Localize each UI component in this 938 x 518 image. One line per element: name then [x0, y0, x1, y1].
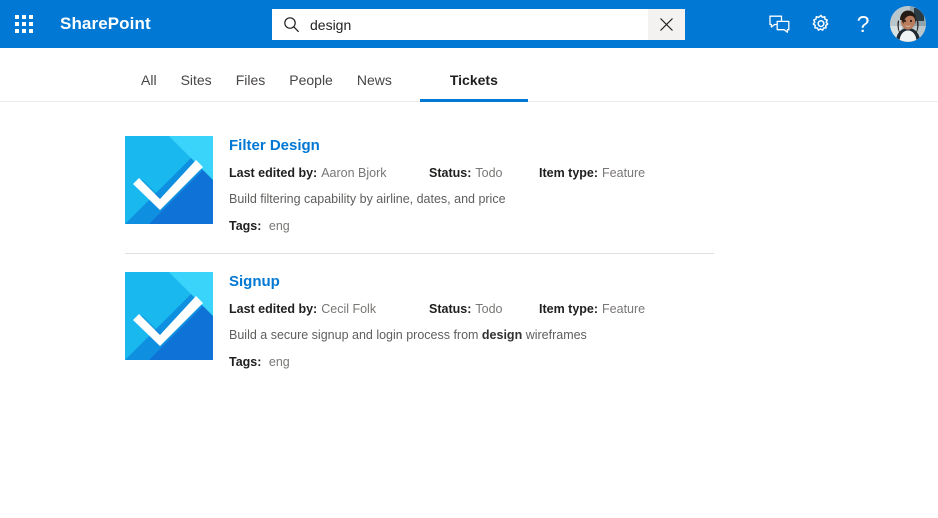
tab-all[interactable]: All	[129, 73, 169, 101]
help-icon: ?	[857, 13, 870, 36]
brand-sharepoint[interactable]: SharePoint	[60, 14, 151, 34]
meta-status: Status: Todo	[429, 301, 539, 317]
meta-value: Aaron Bjork	[321, 165, 386, 181]
result-item[interactable]: Signup Last edited by: Cecil Folk Status…	[125, 254, 714, 389]
meta-label: Status:	[429, 165, 471, 181]
chat-button[interactable]	[758, 0, 800, 48]
result-item[interactable]: Filter Design Last edited by: Aaron Bjor…	[125, 136, 714, 254]
meta-value: Todo	[475, 301, 502, 317]
result-tags: Tags: eng	[229, 355, 714, 369]
search-icon	[272, 9, 310, 40]
avatar-button[interactable]	[884, 0, 932, 48]
meta-value: Cecil Folk	[321, 301, 376, 317]
meta-value: Todo	[475, 165, 502, 181]
meta-value: Feature	[602, 301, 645, 317]
task-check-icon	[125, 136, 213, 224]
waffle-icon	[15, 15, 33, 33]
help-button[interactable]: ?	[842, 0, 884, 48]
gear-icon	[810, 13, 832, 35]
app-launcher-button[interactable]	[0, 0, 48, 48]
meta-item-type: Item type: Feature	[539, 301, 645, 317]
search-vertical-tabs: All Sites Files People News Tickets	[0, 48, 938, 102]
meta-status: Status: Todo	[429, 165, 539, 181]
tab-files[interactable]: Files	[224, 73, 278, 101]
search-box[interactable]	[272, 9, 685, 40]
tab-news[interactable]: News	[345, 73, 404, 101]
result-description: Build filtering capability by airline, d…	[229, 191, 714, 208]
task-check-icon	[125, 272, 213, 360]
tags-value: eng	[269, 355, 290, 369]
meta-value: Feature	[602, 165, 645, 181]
avatar	[890, 6, 926, 42]
desc-text: Build filtering capability by airline, d…	[229, 192, 506, 206]
meta-label: Last edited by:	[229, 301, 317, 317]
meta-last-edited-by: Last edited by: Aaron Bjork	[229, 165, 429, 181]
result-title-link[interactable]: Signup	[229, 273, 280, 292]
result-tags: Tags: eng	[229, 219, 714, 233]
suite-actions: ?	[758, 0, 932, 48]
search-results-list: Filter Design Last edited by: Aaron Bjor…	[0, 102, 938, 389]
meta-last-edited-by: Last edited by: Cecil Folk	[229, 301, 429, 317]
desc-text: Build a secure signup and login process …	[229, 328, 482, 342]
chat-icon	[769, 15, 790, 34]
meta-label: Item type:	[539, 165, 598, 181]
tags-label: Tags:	[229, 355, 261, 369]
tab-sites[interactable]: Sites	[169, 73, 224, 101]
search-clear-button[interactable]	[648, 9, 685, 40]
search-input[interactable]	[310, 10, 648, 39]
tags-label: Tags:	[229, 219, 261, 233]
tab-people[interactable]: People	[277, 73, 345, 101]
desc-text-after: wireframes	[522, 328, 587, 342]
tab-tickets[interactable]: Tickets	[420, 73, 528, 101]
meta-label: Last edited by:	[229, 165, 317, 181]
result-description: Build a secure signup and login process …	[229, 327, 714, 344]
tags-value: eng	[269, 219, 290, 233]
result-body: Filter Design Last edited by: Aaron Bjor…	[229, 136, 714, 233]
desc-highlight: design	[482, 328, 522, 342]
result-title-link[interactable]: Filter Design	[229, 137, 320, 156]
result-metadata: Last edited by: Aaron Bjork Status: Todo…	[229, 165, 714, 181]
meta-label: Item type:	[539, 301, 598, 317]
meta-label: Status:	[429, 301, 471, 317]
settings-button[interactable]	[800, 0, 842, 48]
meta-item-type: Item type: Feature	[539, 165, 645, 181]
suite-header: SharePoint	[0, 0, 938, 48]
result-metadata: Last edited by: Cecil Folk Status: Todo …	[229, 301, 714, 317]
result-body: Signup Last edited by: Cecil Folk Status…	[229, 272, 714, 369]
